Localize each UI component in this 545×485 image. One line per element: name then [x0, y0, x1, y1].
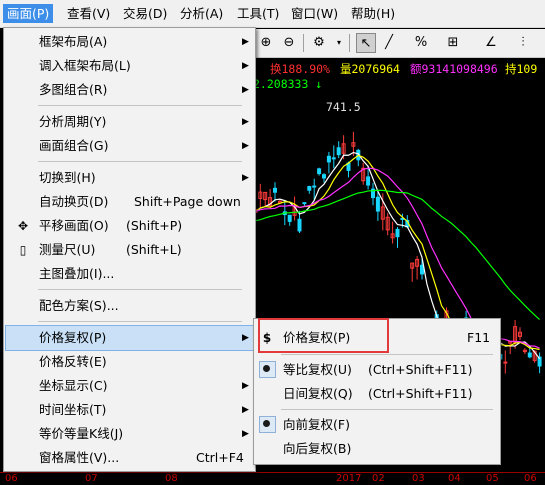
zoom-in-icon[interactable]: ⊕ [256, 33, 276, 53]
candle-body [312, 185, 317, 188]
menu-item-coord-display[interactable]: 坐标显示(C) ▶ [6, 374, 253, 398]
candle-body [331, 157, 336, 160]
chart-toolbar: ⊕ ⊖ ⚙ ▾ ↖ ╱ % ⊞ ∠ ⫶ [253, 29, 545, 58]
candle-body [287, 214, 292, 222]
menu-item-load-layout[interactable]: 调入框架布局(L) ▶ [6, 54, 253, 78]
x-tick-label: 05 [486, 473, 499, 484]
ruler-icon: ▯ [19, 243, 27, 257]
line-tool-icon[interactable]: ╱ [379, 33, 399, 53]
menu-item-price-invert[interactable]: 价格反转(E) [6, 350, 253, 374]
menu-item-screen-combo[interactable]: 画面组合(G) ▶ [6, 134, 253, 158]
menu-view[interactable]: 查看(V) [63, 4, 114, 23]
zoom-out-icon[interactable]: ⊖ [279, 33, 299, 53]
chevron-down-icon[interactable]: ▾ [329, 33, 349, 53]
menu-trade[interactable]: 交易(D) [119, 4, 171, 23]
candle-body [322, 174, 326, 179]
x-tick-label: 06 [5, 473, 18, 484]
candle-body [326, 155, 331, 163]
bullet-icon [263, 420, 270, 427]
percent-tool-icon[interactable]: % [411, 33, 431, 53]
x-tick-label: 02 [372, 473, 385, 484]
info-turnover: 换188.90% [270, 62, 330, 76]
menu-item-price-adjust[interactable]: 价格复权(P) ▶ [5, 325, 254, 351]
submenu-item-ratio-adjust[interactable]: 等比复权(U) (Ctrl+Shift+F11) [256, 358, 498, 382]
x-tick-label: 08 [165, 473, 178, 484]
candle-body [366, 176, 371, 186]
menu-item-frame-layout[interactable]: 框架布局(A) ▶ [6, 30, 253, 54]
menu-item-period[interactable]: 分析周期(Y) ▶ [6, 110, 253, 134]
menu-item-equivolume[interactable]: 等价等量K线(J) ▶ [6, 422, 253, 446]
info-volume: 量2076964 [340, 62, 400, 76]
settings-gear-icon[interactable]: ⚙ [309, 33, 329, 53]
value-readout: 2.208333 ↓ [253, 77, 323, 91]
info-amount: 额93141098496 [410, 62, 498, 76]
grid-tool-icon[interactable]: ⊞ [443, 33, 463, 53]
candle-body [395, 228, 400, 238]
submenu-item-backward-adjust[interactable]: 向后复权(B) [256, 437, 498, 461]
candle-body [273, 187, 277, 193]
peak-price-label: 741.5 [326, 100, 361, 114]
candle-body [307, 186, 312, 191]
candle-body [336, 147, 341, 156]
x-tick-label: 2017 [336, 473, 362, 484]
menu-item-multi-chart[interactable]: 多图组合(R) ▶ [6, 78, 253, 102]
menu-tools[interactable]: 工具(T) [233, 4, 283, 23]
menu-help[interactable]: 帮助(H) [347, 4, 399, 23]
move-icon: ✥ [17, 219, 29, 233]
info-position: 持109 [505, 62, 538, 76]
menu-item-auto-page[interactable]: 自动换页(D) Shift+Page down [6, 190, 253, 214]
submenu-item-forward-adjust[interactable]: 向前复权(F) [256, 413, 498, 437]
angle-tool-icon[interactable]: ∠ [481, 33, 501, 53]
bullet-icon [263, 365, 270, 372]
menu-item-switch-to[interactable]: 切换到(H) ▶ [6, 166, 253, 190]
menu-item-ruler[interactable]: ▯ 测量尺(U) (Shift+L) [6, 238, 253, 262]
highlight-annotation-box [258, 318, 389, 353]
candle-body [375, 196, 380, 212]
menu-window[interactable]: 窗口(W) [287, 4, 342, 23]
x-tick-label: 03 [412, 473, 425, 484]
pointer-tool-icon[interactable]: ↖ [356, 33, 376, 53]
candle-body [297, 218, 302, 232]
x-tick-label: 07 [85, 473, 98, 484]
menu-item-overlay[interactable]: 主图叠加(I)... [6, 262, 253, 286]
candle-body [420, 264, 424, 275]
screen-dropdown-menu: 框架布局(A) ▶ 调入框架布局(L) ▶ 多图组合(R) ▶ 分析周期(Y) ▶ 画面… [3, 27, 256, 472]
candle-body [317, 168, 322, 175]
candle-body [302, 202, 307, 205]
x-axis: 06 07 08 2017 02 03 04 05 06 [0, 472, 545, 485]
x-tick-label: 04 [448, 473, 461, 484]
menu-screen[interactable]: 画面(P) [3, 4, 54, 23]
x-tick-label: 06 [524, 473, 537, 484]
menu-item-pane-props[interactable]: 窗格属性(V)... Ctrl+F4 [6, 446, 253, 470]
menu-analysis[interactable]: 分析(A) [176, 4, 227, 23]
submenu-item-daily-adjust[interactable]: 日间复权(Q) (Ctrl+Shift+F11) [256, 382, 498, 406]
menu-item-pan[interactable]: ✥ 平移画面(O) (Shift+P) [6, 214, 253, 238]
menu-bar: 画面(P) 查看(V) 交易(D) 分析(A) 工具(T) 窗口(W) 帮助(H… [0, 0, 545, 28]
bars-tool-icon[interactable]: ⫶ [513, 33, 533, 53]
menu-item-time-coord[interactable]: 时间坐标(T) ▶ [6, 398, 253, 422]
menu-item-color-scheme[interactable]: 配色方案(S)... [6, 294, 253, 318]
candle-body [527, 352, 532, 358]
